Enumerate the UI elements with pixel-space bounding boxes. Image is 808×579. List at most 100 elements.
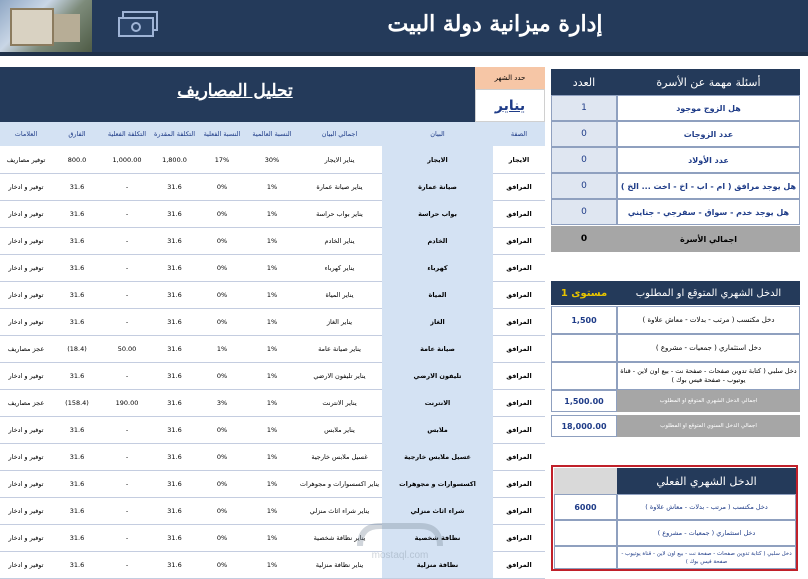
money-icon [118, 11, 158, 37]
row-actual-cost[interactable]: - [102, 443, 152, 470]
row-difference: 31.6 [69, 236, 85, 245]
row-actual-cost[interactable]: 190.00 [102, 389, 152, 416]
row-actual-cost[interactable]: - [102, 524, 152, 551]
row-actual-cost[interactable]: - [102, 497, 152, 524]
row-item: كهرباء [382, 254, 493, 281]
row-difference: 31.6 [69, 290, 85, 299]
column-header-difference: الفارق [52, 122, 102, 146]
row-actual-cost[interactable]: - [102, 281, 152, 308]
row-marks: توفير و ادخار [8, 371, 44, 380]
row-global-pct: 1% [266, 236, 278, 245]
table-row: المرافق نظافة منزلية يناير نظافة منزلية 1% 0… [0, 551, 545, 579]
expenses-title-bar: تحليل المصاريف [0, 67, 475, 122]
table-row: الايجار الايجار يناير الايجار 30% 17% 1,800.0… [0, 146, 545, 174]
column-header-total-item: اجمالي البيان [297, 122, 382, 146]
row-estimated-cost: 31.6 [167, 182, 182, 191]
family-value-3[interactable]: 0 [551, 147, 617, 173]
row-item: صيانة عامة [382, 335, 493, 362]
row-actual-cost[interactable]: - [102, 308, 152, 335]
row-item: المياة [382, 281, 493, 308]
expected-earned-income-label: دخل مكتسب ( مرتب - بدلات - معاش علاوة ) [617, 306, 800, 334]
row-item: الخادم [382, 227, 493, 254]
family-value-2[interactable]: 0 [551, 121, 617, 147]
table-row: المرافق المياة يناير المياة 1% 0% 31.6 - 31.6 تو… [0, 281, 545, 309]
expected-monthly-total-label: اجمالي الدخل الشهري المتوقع او المطلوب [617, 390, 800, 412]
row-global-pct: 1% [266, 182, 278, 191]
row-global-pct: 1% [266, 560, 278, 569]
row-actual-cost[interactable]: - [102, 173, 152, 200]
actual-income-header: الدخل الشهري الفعلي [617, 468, 796, 494]
row-actual-cost[interactable]: - [102, 254, 152, 281]
actual-earned-income-value[interactable]: 6000 [554, 494, 617, 520]
row-marks: توفير و ادخار [8, 560, 44, 569]
column-header-marks: العلامات [0, 122, 52, 146]
row-actual-cost[interactable]: - [102, 416, 152, 443]
row-item: الايجار [382, 146, 493, 173]
level-badge[interactable]: مستوى 1 [551, 281, 617, 305]
row-actual-cost[interactable]: 50.00 [102, 335, 152, 362]
row-actual-pct: 0% [216, 452, 228, 461]
row-difference: 31.6 [69, 425, 85, 434]
row-sifa: المرافق [506, 209, 532, 218]
row-sifa: المرافق [506, 560, 532, 569]
row-actual-cost[interactable]: - [102, 551, 152, 578]
expected-income-header: الدخل الشهري المتوقع او المطلوب [617, 281, 800, 305]
column-header-estimated-cost: التكلفة المقدرة [152, 122, 197, 146]
expected-passive-income-value[interactable] [551, 362, 617, 390]
row-actual-pct: 0% [216, 182, 228, 191]
family-value-1[interactable]: 1 [551, 95, 617, 121]
row-actual-cost[interactable]: - [102, 470, 152, 497]
column-header-sifa: الصفة [493, 122, 545, 146]
family-question-5: هل يوجد خدم - سواق - سفرجي - جنايني [617, 199, 800, 225]
expected-passive-income-label: دخل سلبي ( كتابة تدوين صفحات - صفحة نت -… [617, 362, 800, 390]
actual-income-header-blank [554, 468, 617, 494]
row-total-item: يناير تليفون الارضي [313, 371, 366, 380]
table-row: المرافق كهرباء يناير كهرباء 1% 0% 31.6 - 31.6 تو… [0, 254, 545, 282]
row-global-pct: 1% [266, 533, 278, 542]
expected-investment-income-value[interactable] [551, 334, 617, 362]
row-marks: توفير و ادخار [8, 290, 44, 299]
row-sifa: المرافق [506, 479, 532, 488]
row-sifa: المرافق [506, 344, 532, 353]
expected-earned-income-value[interactable]: 1,500 [551, 306, 617, 334]
table-row: المرافق صيانة عامة يناير صيانة عامة 1% 1% 31.… [0, 335, 545, 363]
row-global-pct: 1% [266, 263, 278, 272]
row-estimated-cost: 31.6 [167, 533, 182, 542]
row-actual-cost[interactable]: - [102, 227, 152, 254]
row-actual-cost[interactable]: - [102, 362, 152, 389]
row-actual-pct: 0% [216, 533, 228, 542]
table-row: المرافق الخادم يناير الخادم 1% 0% 31.6 - 31.6 تو… [0, 227, 545, 255]
row-actual-pct: 0% [216, 317, 228, 326]
row-difference: 31.6 [69, 263, 85, 272]
row-actual-cost[interactable]: 1,000.00 [102, 146, 152, 173]
table-row: المرافق شراء اثاث منزلي يناير شراء اثاث من… [0, 497, 545, 525]
row-difference: 31.6 [69, 533, 85, 542]
family-value-4[interactable]: 0 [551, 173, 617, 199]
month-select[interactable]: يناير [475, 89, 545, 122]
row-global-pct: 1% [266, 479, 278, 488]
family-count-header: العدد [551, 69, 617, 95]
row-global-pct: 1% [266, 209, 278, 218]
row-total-item: يناير الغاز [326, 317, 353, 326]
row-sifa: المرافق [506, 506, 532, 515]
actual-passive-income-value[interactable] [554, 546, 617, 569]
row-marks: عجز مصاريف [7, 398, 45, 407]
row-estimated-cost: 31.6 [167, 209, 182, 218]
family-questions-header: أسئلة مهمة عن الأسرة [617, 69, 800, 95]
row-actual-pct: 0% [216, 371, 228, 380]
actual-investment-income-value[interactable] [554, 520, 617, 546]
family-value-5[interactable]: 0 [551, 199, 617, 225]
row-total-item: يناير بواب حراسة [316, 209, 363, 218]
row-estimated-cost: 31.6 [167, 371, 182, 380]
row-total-item: يناير الايجار [324, 155, 355, 164]
row-difference: (158.4) [65, 398, 89, 407]
row-sifa: المرافق [506, 452, 532, 461]
expected-yearly-total-label: اجمالي الدخل السنوي المتوقع او المطلوب [617, 415, 800, 437]
row-global-pct: 1% [266, 452, 278, 461]
row-marks: توفير و ادخار [8, 452, 44, 461]
row-estimated-cost: 31.6 [167, 560, 182, 569]
row-sifa: الايجار [508, 155, 530, 164]
row-actual-cost[interactable]: - [102, 200, 152, 227]
row-marks: عجز مصاريف [7, 344, 45, 353]
row-item: صيانة عمارة [382, 173, 493, 200]
